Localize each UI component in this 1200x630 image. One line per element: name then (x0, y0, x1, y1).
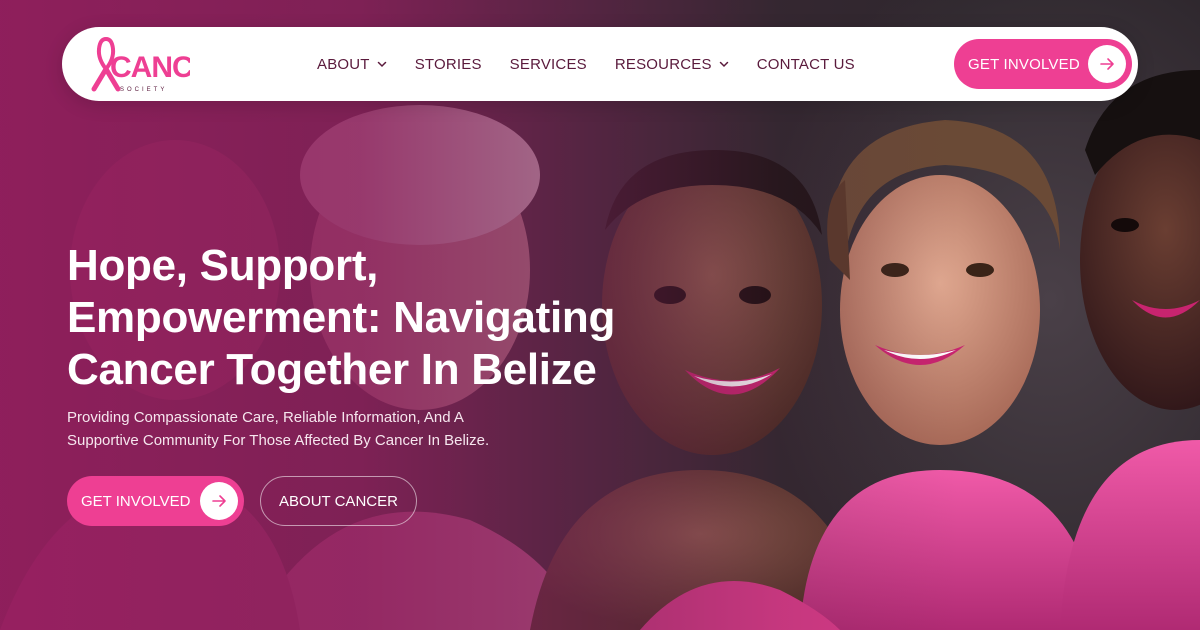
nav-item-services[interactable]: SERVICES (510, 56, 587, 73)
nav-item-label: STORIES (414, 55, 482, 73)
hero-subtext-line: Supportive Community For Those Affected … (67, 432, 490, 449)
chevron-down-icon (719, 61, 728, 68)
about-cancer-button[interactable]: ABOUT CANCER (260, 476, 417, 526)
svg-text:CANCER: CANCER (110, 51, 190, 84)
nav-item-label: RESOURCES (614, 55, 712, 73)
hero-headline-line: Empowerment: Navigating (67, 293, 616, 342)
chevron-down-icon (377, 61, 386, 68)
ribbon-logo-icon: CANCER SOCIETY (91, 36, 235, 93)
hero-headline-line: Hope, Support, (67, 241, 379, 290)
main-nav: ABOUT STORIES SERVICES RESOURCES CONTACT… (317, 27, 883, 101)
nav-item-resources[interactable]: RESOURCES (615, 56, 729, 73)
site-logo[interactable]: CANCER SOCIETY (80, 33, 235, 95)
get-involved-nav-label: GET INVOLVED (968, 55, 1080, 73)
nav-item-label: ABOUT (317, 55, 370, 73)
nav-item-contact-us[interactable]: CONTACT US (757, 56, 855, 73)
arrow-right-icon (1088, 45, 1126, 83)
get-involved-hero-label: GET INVOLVED (81, 492, 191, 510)
hero-subtext-line: Providing Compassionate Care, Reliable I… (67, 409, 464, 426)
arrow-right-icon (200, 482, 238, 520)
hero-headline-line: Cancer Together In Belize (67, 345, 597, 394)
nav-item-label: CONTACT US (756, 55, 855, 73)
nav-item-stories[interactable]: STORIES (415, 56, 482, 73)
hero-subtext: Providing Compassionate Care, Reliable I… (67, 406, 587, 452)
site-header: CANCER SOCIETY ABOUT STORIES SERVICES RE… (62, 27, 1138, 101)
get-involved-hero-button[interactable]: GET INVOLVED (67, 476, 244, 526)
nav-item-about[interactable]: ABOUT (317, 56, 387, 73)
about-cancer-label: ABOUT CANCER (279, 492, 398, 510)
svg-text:SOCIETY: SOCIETY (120, 87, 167, 93)
get-involved-nav-button[interactable]: GET INVOLVED (954, 39, 1132, 89)
nav-item-label: SERVICES (509, 55, 587, 73)
hero-headline: Hope, Support, Empowerment: Navigating C… (67, 240, 667, 396)
